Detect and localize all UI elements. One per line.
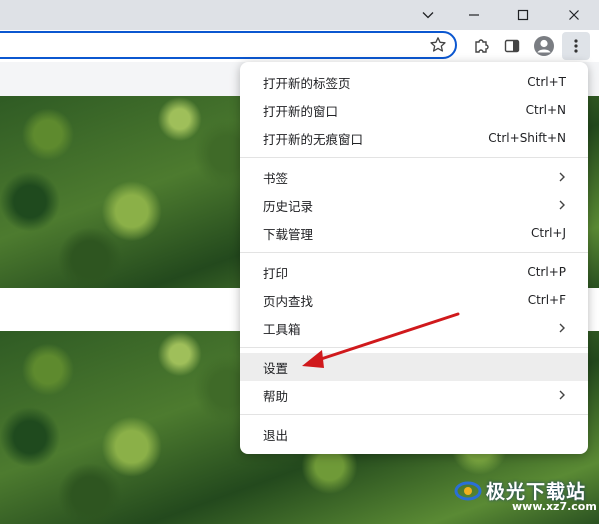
chevron-right-icon xyxy=(559,200,565,210)
menu-separator xyxy=(240,157,588,158)
chevron-right-icon xyxy=(559,323,565,333)
extensions-puzzle-icon[interactable] xyxy=(467,32,495,60)
chevron-right-icon xyxy=(559,172,565,182)
menu-item-new-tab[interactable]: 打开新的标签页 Ctrl+T xyxy=(240,68,588,96)
menu-item-downloads[interactable]: 下载管理 Ctrl+J xyxy=(240,219,588,247)
menu-item-print[interactable]: 打印 Ctrl+P xyxy=(240,258,588,286)
close-button[interactable] xyxy=(551,0,597,30)
minimize-button[interactable] xyxy=(451,0,497,30)
menu-separator xyxy=(240,414,588,415)
browser-toolbar xyxy=(0,30,599,62)
browser-main-menu: 打开新的标签页 Ctrl+T 打开新的窗口 Ctrl+N 打开新的无痕窗口 Ct… xyxy=(240,62,588,454)
bookmark-star-icon[interactable] xyxy=(429,36,447,58)
menu-item-history[interactable]: 历史记录 xyxy=(240,191,588,219)
watermark-swirl-icon xyxy=(454,481,482,501)
menu-item-settings[interactable]: 设置 xyxy=(240,353,588,381)
side-panel-icon[interactable] xyxy=(498,32,526,60)
title-bar xyxy=(0,0,599,30)
chevron-right-icon xyxy=(559,390,565,400)
menu-item-find[interactable]: 页内查找 Ctrl+F xyxy=(240,286,588,314)
menu-item-new-window[interactable]: 打开新的窗口 Ctrl+N xyxy=(240,96,588,124)
menu-item-bookmarks[interactable]: 书签 xyxy=(240,163,588,191)
menu-separator xyxy=(240,347,588,348)
three-dots-icon xyxy=(574,39,578,53)
menu-item-new-incognito-window[interactable]: 打开新的无痕窗口 Ctrl+Shift+N xyxy=(240,124,588,152)
menu-item-exit[interactable]: 退出 xyxy=(240,420,588,448)
profile-avatar-icon[interactable] xyxy=(530,32,558,60)
watermark-url: www.xz7.com xyxy=(512,500,597,513)
address-bar[interactable] xyxy=(0,31,457,59)
maximize-button[interactable] xyxy=(500,0,546,30)
menu-item-help[interactable]: 帮助 xyxy=(240,381,588,409)
menu-separator xyxy=(240,252,588,253)
tab-search-chevron-icon[interactable] xyxy=(405,0,451,30)
menu-item-tools[interactable]: 工具箱 xyxy=(240,314,588,342)
more-menu-button[interactable] xyxy=(562,32,590,60)
